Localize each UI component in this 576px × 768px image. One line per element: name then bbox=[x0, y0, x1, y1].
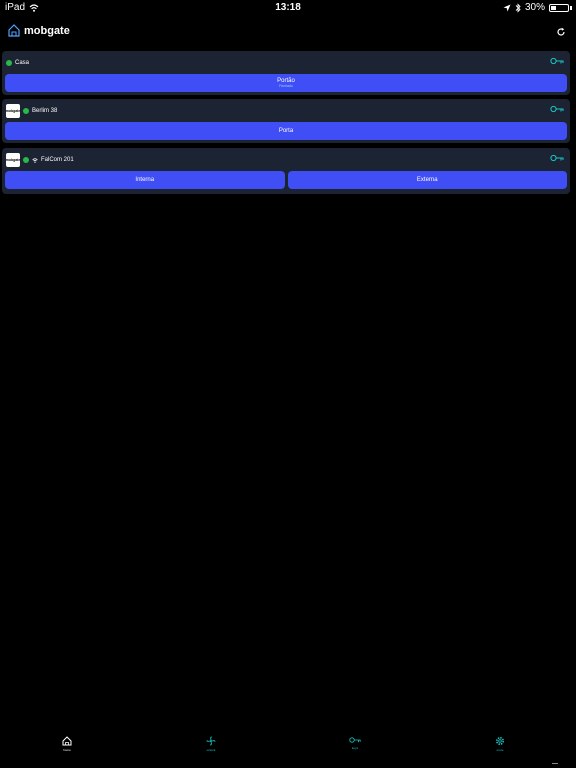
battery-icon bbox=[549, 3, 569, 12]
mobgate-logo-icon bbox=[8, 24, 20, 37]
tab-label: unlock bbox=[206, 748, 216, 752]
home-indicator bbox=[552, 763, 558, 764]
tab-keys[interactable]: keys bbox=[335, 736, 375, 750]
tab-bar: home unlock keys more bbox=[0, 736, 576, 760]
button-label: Portão bbox=[277, 77, 295, 84]
status-bar: iPad 13:18 30% bbox=[0, 0, 576, 16]
externa-button[interactable]: Externa bbox=[287, 171, 567, 189]
tab-label: keys bbox=[351, 746, 359, 750]
key-icon[interactable] bbox=[550, 154, 564, 162]
card-title: Berlim 38 bbox=[32, 108, 58, 114]
tab-home[interactable]: home bbox=[47, 736, 87, 752]
key-icon bbox=[349, 737, 361, 743]
card-header: mobgate FalCom 201 bbox=[6, 152, 74, 168]
card-header: Casa bbox=[6, 55, 29, 71]
button-row: Portão Fechado bbox=[5, 74, 567, 92]
online-status-dot bbox=[6, 60, 12, 66]
app-bar: mobgate bbox=[8, 24, 568, 44]
avatar: mobgate bbox=[6, 104, 20, 118]
home-icon bbox=[62, 736, 72, 746]
battery-percent: 30% bbox=[524, 2, 545, 13]
status-right: 30% bbox=[503, 2, 572, 13]
online-status-dot bbox=[23, 108, 29, 114]
porta-button[interactable]: Porta bbox=[5, 122, 567, 140]
refresh-icon[interactable] bbox=[556, 27, 566, 37]
online-status-dot bbox=[23, 157, 29, 163]
button-row: Porta bbox=[5, 122, 567, 140]
location-icon bbox=[503, 4, 511, 11]
portao-button[interactable]: Portão Fechado bbox=[5, 74, 567, 92]
button-label: Porta bbox=[278, 128, 294, 134]
fan-icon bbox=[206, 736, 216, 746]
card-title: FalCom 201 bbox=[41, 157, 74, 163]
tab-label: home bbox=[63, 748, 71, 752]
tab-label: more bbox=[496, 748, 504, 752]
brand-logo: mobgate bbox=[8, 24, 70, 37]
key-icon[interactable] bbox=[550, 57, 564, 65]
wifi-icon bbox=[32, 157, 38, 163]
tab-unlock[interactable]: unlock bbox=[191, 736, 231, 752]
button-label: Interna bbox=[135, 177, 155, 183]
gear-icon bbox=[495, 736, 505, 746]
avatar: mobgate bbox=[6, 153, 20, 167]
brand-name: mobgate bbox=[24, 24, 70, 37]
gate-card-falcom: mobgate FalCom 201 Interna Externa bbox=[2, 148, 570, 194]
interna-button[interactable]: Interna bbox=[5, 171, 285, 189]
gate-card-casa: Casa Portão Fechado bbox=[2, 51, 570, 95]
button-label: Externa bbox=[416, 177, 438, 183]
button-status: Fechado bbox=[279, 83, 293, 88]
tab-more[interactable]: more bbox=[480, 736, 520, 752]
card-title: Casa bbox=[15, 60, 30, 66]
button-row: Interna Externa bbox=[5, 171, 567, 189]
bluetooth-icon bbox=[515, 2, 521, 13]
card-header: mobgate Berlim 38 bbox=[6, 103, 57, 119]
clock: 13:18 bbox=[275, 2, 301, 13]
gate-card-berlim: mobgate Berlim 38 Porta bbox=[2, 99, 570, 143]
key-icon[interactable] bbox=[550, 105, 564, 113]
battery-tip bbox=[570, 5, 572, 10]
